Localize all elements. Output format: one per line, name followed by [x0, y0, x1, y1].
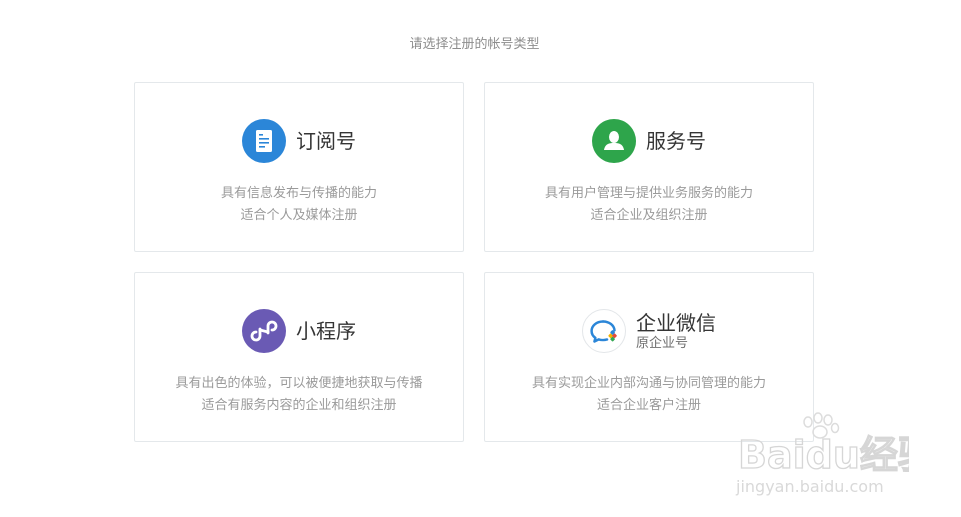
card-description: 具有信息发布与传播的能力 适合个人及媒体注册 — [135, 183, 463, 227]
description-line: 适合企业客户注册 — [596, 398, 701, 413]
card-subtitle: 原企业号 — [636, 335, 689, 351]
description-line: 具有用户管理与提供业务服务的能力 — [544, 186, 753, 201]
card-title: 小程序 — [296, 319, 356, 343]
person-icon — [592, 119, 636, 163]
card-header: 小程序 — [135, 309, 463, 353]
document-icon — [242, 119, 286, 163]
account-type-page: 请选择注册的帐号类型 订阅号 具有信息发布与传播的能力 适合个人及媒体注册 服务… — [0, 0, 961, 517]
page-prompt: 请选择注册的帐号类型 — [409, 37, 540, 52]
card-header: 企业微信 原企业号 — [485, 309, 813, 353]
mini-program-card[interactable]: 小程序 具有出色的体验，可以被便捷地获取与传播 适合有服务内容的企业和组织注册 — [134, 272, 464, 442]
card-title: 订阅号 — [296, 129, 356, 153]
description-line: 适合有服务内容的企业和组织注册 — [201, 398, 397, 413]
card-description: 具有实现企业内部沟通与协同管理的能力 适合企业客户注册 — [485, 373, 813, 417]
service-account-card[interactable]: 服务号 具有用户管理与提供业务服务的能力 适合企业及组织注册 — [484, 82, 814, 252]
card-description: 具有用户管理与提供业务服务的能力 适合企业及组织注册 — [485, 183, 813, 227]
card-header: 服务号 — [485, 119, 813, 163]
card-title: 服务号 — [646, 129, 706, 153]
description-line: 具有信息发布与传播的能力 — [220, 186, 377, 201]
card-title-group: 企业微信 原企业号 — [636, 311, 716, 352]
subscription-account-card[interactable]: 订阅号 具有信息发布与传播的能力 适合个人及媒体注册 — [134, 82, 464, 252]
watermark-url: jingyan.baidu.com — [735, 477, 884, 496]
mini-program-icon — [242, 309, 286, 353]
chat-bubble-icon — [582, 309, 626, 353]
card-title: 企业微信 — [636, 310, 716, 335]
card-description: 具有出色的体验，可以被便捷地获取与传播 适合有服务内容的企业和组织注册 — [135, 373, 463, 417]
description-line: 具有出色的体验，可以被便捷地获取与传播 — [175, 376, 423, 391]
description-line: 适合个人及媒体注册 — [240, 208, 358, 223]
wecom-card[interactable]: 企业微信 原企业号 具有实现企业内部沟通与协同管理的能力 适合企业客户注册 — [484, 272, 814, 442]
card-header: 订阅号 — [135, 119, 463, 163]
description-line: 适合企业及组织注册 — [590, 208, 708, 223]
description-line: 具有实现企业内部沟通与协同管理的能力 — [531, 376, 766, 391]
